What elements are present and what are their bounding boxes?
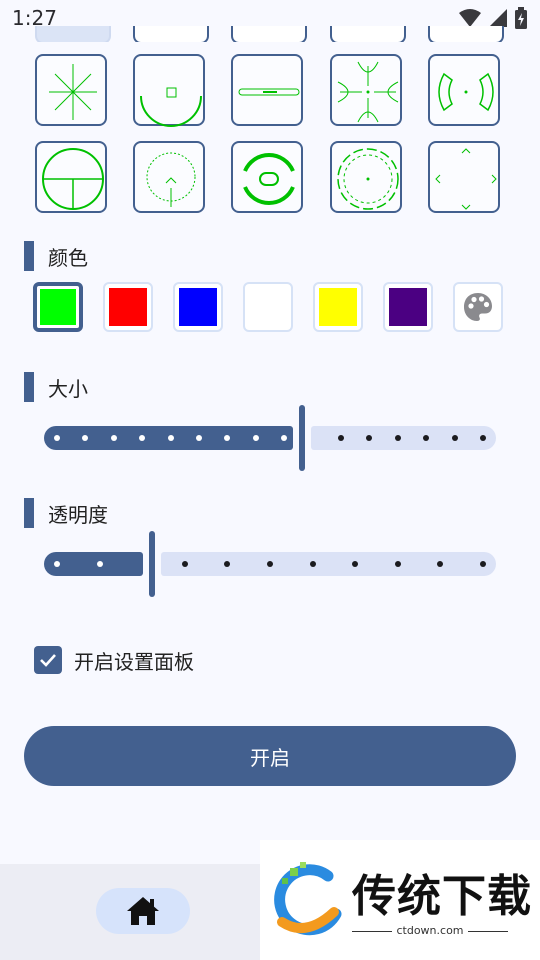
color-swatch-fill — [389, 288, 427, 326]
color-swatch-blue[interactable] — [173, 282, 223, 332]
color-title-text: 颜色 — [48, 245, 88, 270]
color-swatch-white[interactable] — [243, 282, 293, 332]
slider-step-dot — [54, 435, 60, 441]
reticle-option-corner-chevrons[interactable] — [428, 141, 500, 213]
color-swatch-fill — [179, 288, 217, 326]
palette-icon — [464, 293, 492, 321]
slider-step-dot — [480, 435, 486, 441]
watermark-title: 传统下载 — [352, 871, 532, 922]
slider-step-dot — [451, 435, 458, 441]
settings-panel-checkbox-row[interactable]: 开启设置面板 — [34, 644, 194, 676]
color-section-title: 颜色 — [24, 241, 88, 271]
starburst-reticle-icon — [49, 64, 97, 120]
slider-step-dot — [167, 435, 174, 441]
reticle-option-dotted-ring[interactable] — [330, 141, 402, 213]
color-swatch-fill — [319, 288, 357, 326]
reticle-option-partial[interactable] — [330, 26, 406, 42]
checkmark-icon — [40, 654, 56, 667]
slider-inactive-track — [161, 552, 496, 576]
slider-step-dot — [196, 435, 202, 441]
slider-step-dot — [96, 561, 103, 567]
reticle-option-arc-square[interactable] — [133, 54, 205, 127]
settings-panel-label: 开启设置面板 — [74, 649, 194, 674]
bracket-circle-reticle-icon — [438, 72, 494, 112]
size-slider[interactable] — [44, 403, 496, 473]
home-nav-button[interactable] — [96, 888, 190, 934]
reticle-option-starburst[interactable] — [35, 54, 107, 126]
color-swatch-fill — [109, 288, 147, 326]
slider-step-dot — [110, 435, 117, 441]
reticle-option-partial[interactable] — [133, 26, 209, 42]
bold-ring-reticle-icon — [243, 153, 295, 205]
slider-step-dot — [267, 561, 273, 567]
color-swatch-yellow[interactable] — [313, 282, 363, 332]
opacity-section-title: 透明度 — [24, 498, 108, 528]
reticle-option-partial[interactable] — [35, 26, 111, 42]
corner-chevrons-reticle-icon — [435, 148, 497, 210]
slider-step-dot — [181, 561, 188, 567]
section-accent-bar — [24, 498, 34, 528]
slider-step-dot — [480, 561, 486, 567]
slider-step-dot — [394, 561, 401, 567]
arc-square-reticle-icon — [140, 87, 202, 127]
reticle-row-partial — [0, 26, 540, 42]
color-swatch-fill — [40, 289, 76, 325]
reticle-option-chevron-circle[interactable] — [133, 141, 205, 213]
dotted-ring-reticle-icon — [337, 148, 399, 210]
reticle-option-sniper-cross[interactable] — [330, 54, 402, 126]
reticle-option-partial[interactable] — [231, 26, 307, 42]
chevron-circle-reticle-icon — [146, 152, 196, 207]
slider-step-dot — [338, 435, 344, 441]
watermark: 传统下载 ctdown.com — [260, 840, 540, 960]
slider-step-dot — [394, 435, 401, 441]
color-swatch-purple[interactable] — [383, 282, 433, 332]
color-swatch-red[interactable] — [103, 282, 153, 332]
watermark-logo — [274, 862, 342, 936]
reticle-option-bracket-circle[interactable] — [428, 54, 500, 126]
wifi-icon — [459, 9, 481, 27]
slider-step-dot — [309, 561, 316, 567]
color-swatch-fill — [249, 288, 287, 326]
custom-color-button[interactable] — [453, 282, 503, 332]
start-button[interactable]: 开启 — [24, 726, 516, 786]
home-icon — [127, 897, 159, 925]
section-accent-bar — [24, 241, 34, 271]
sniper-cross-reticle-icon — [337, 61, 399, 123]
size-title-text: 大小 — [48, 376, 88, 401]
size-section-title: 大小 — [24, 372, 88, 402]
opacity-slider[interactable] — [44, 529, 496, 599]
reticle-option-horizontal-level[interactable] — [231, 54, 303, 126]
opacity-title-text: 透明度 — [48, 502, 108, 527]
slider-thumb[interactable] — [298, 405, 305, 471]
reticle-option-partial[interactable] — [428, 26, 504, 42]
settings-panel-checkbox[interactable] — [34, 646, 62, 674]
reticle-option-bold-ring[interactable] — [231, 141, 303, 213]
slider-step-dot — [54, 561, 60, 567]
watermark-rule — [468, 931, 508, 932]
section-accent-bar — [24, 372, 34, 402]
crosshair-circle-reticle-icon — [42, 148, 104, 210]
reticle-option-crosshair-circle[interactable] — [35, 141, 107, 213]
signal-icon — [489, 9, 507, 27]
slider-step-dot — [252, 435, 259, 441]
color-swatch-green[interactable] — [33, 282, 83, 332]
slider-thumb[interactable] — [149, 531, 156, 597]
level-reticle-icon — [238, 88, 300, 96]
